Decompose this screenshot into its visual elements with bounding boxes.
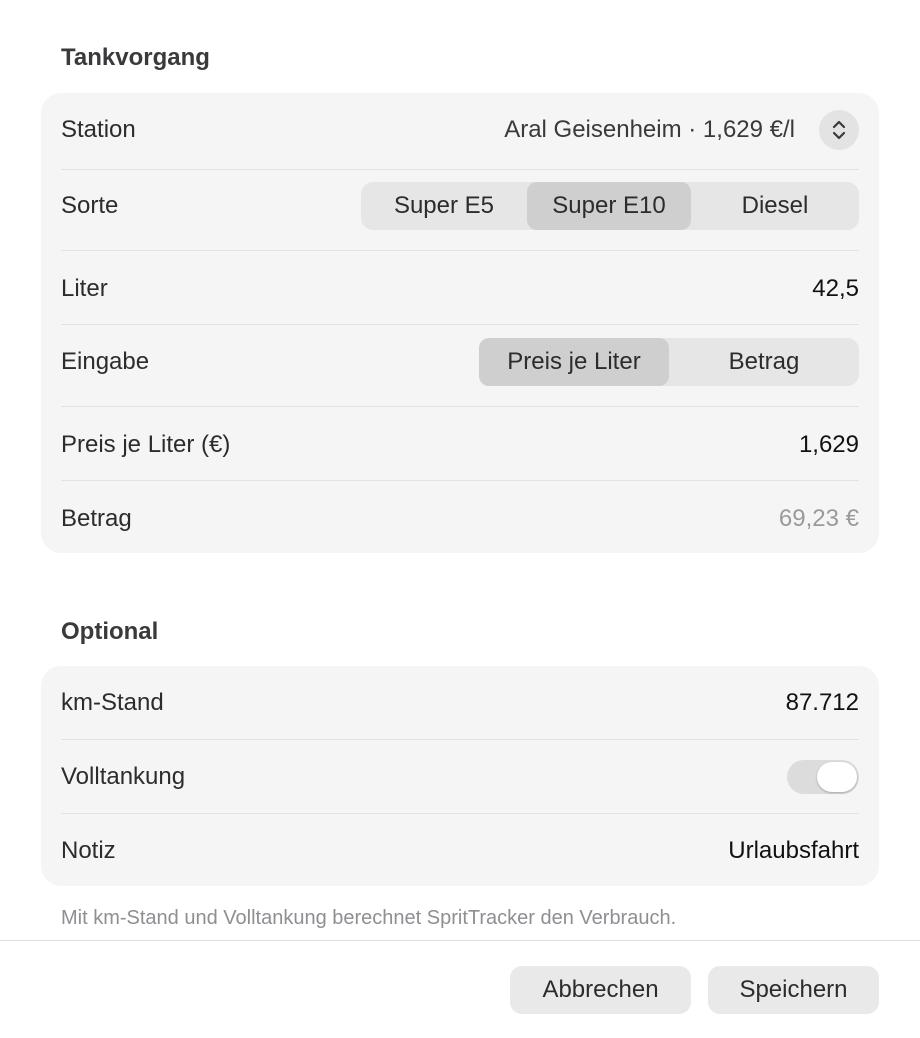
- sorte-row: Sorte Super E5 Super E10 Diesel: [61, 182, 859, 230]
- divider: [61, 480, 859, 481]
- liter-row: Liter 42,5: [61, 267, 859, 311]
- toggle-knob: [817, 762, 857, 792]
- footer-divider: [0, 940, 920, 941]
- km-row: km-Stand 87.712: [61, 681, 859, 725]
- section-title-tankvorgang: Tankvorgang: [61, 44, 210, 71]
- preis-field[interactable]: 1,629: [799, 431, 859, 459]
- volltankung-toggle[interactable]: [787, 760, 859, 794]
- notiz-row: Notiz Urlaubsfahrt: [61, 829, 859, 873]
- divider: [61, 739, 859, 740]
- betrag-value: 69,23 €: [778, 505, 859, 532]
- footnote: Mit km-Stand und Volltankung berechnet S…: [61, 907, 677, 929]
- save-button[interactable]: Speichern: [708, 966, 879, 1014]
- km-label: km-Stand: [61, 689, 164, 716]
- segment-betrag[interactable]: Betrag: [669, 338, 859, 386]
- divider: [61, 406, 859, 407]
- volltankung-row: Volltankung: [61, 755, 859, 799]
- eingabe-row: Eingabe Preis je Liter Betrag: [61, 338, 859, 386]
- betrag-label: Betrag: [61, 505, 132, 532]
- station-label: Station: [61, 116, 136, 143]
- optional-card: km-Stand 87.712 Volltankung Notiz Urlaub…: [41, 666, 879, 886]
- km-field[interactable]: 87.712: [786, 689, 859, 717]
- betrag-row: Betrag 69,23 €: [61, 497, 859, 541]
- divider: [61, 169, 859, 170]
- segment-super-e10[interactable]: Super E10: [527, 182, 691, 230]
- liter-field[interactable]: 42,5: [812, 275, 859, 303]
- fueling-card: Station Aral Geisenheim · 1,629 €/l Sort…: [41, 93, 879, 553]
- volltankung-label: Volltankung: [61, 763, 186, 790]
- segment-super-e5[interactable]: Super E5: [361, 182, 527, 230]
- cancel-button[interactable]: Abbrechen: [510, 966, 691, 1014]
- section-title-optional: Optional: [61, 618, 159, 645]
- station-row: Station Aral Geisenheim · 1,629 €/l: [61, 108, 859, 152]
- fuel-type-segmented-control[interactable]: Super E5 Super E10 Diesel: [361, 182, 859, 230]
- liter-label: Liter: [61, 275, 108, 302]
- divider: [61, 324, 859, 325]
- segment-preis-je-liter[interactable]: Preis je Liter: [479, 338, 669, 386]
- station-value[interactable]: Aral Geisenheim · 1,629 €/l: [504, 116, 795, 144]
- notiz-field[interactable]: Urlaubsfahrt: [728, 837, 859, 865]
- segment-diesel[interactable]: Diesel: [691, 182, 859, 230]
- divider: [61, 813, 859, 814]
- station-picker[interactable]: Aral Geisenheim · 1,629 €/l: [504, 110, 859, 150]
- preis-row: Preis je Liter (€) 1,629: [61, 423, 859, 467]
- notiz-label: Notiz: [61, 837, 116, 864]
- sorte-label: Sorte: [61, 192, 119, 219]
- eingabe-label: Eingabe: [61, 348, 150, 375]
- chevron-up-down-icon[interactable]: [819, 110, 859, 150]
- preis-label: Preis je Liter (€): [61, 431, 231, 458]
- input-mode-segmented-control[interactable]: Preis je Liter Betrag: [479, 338, 859, 386]
- divider: [61, 250, 859, 251]
